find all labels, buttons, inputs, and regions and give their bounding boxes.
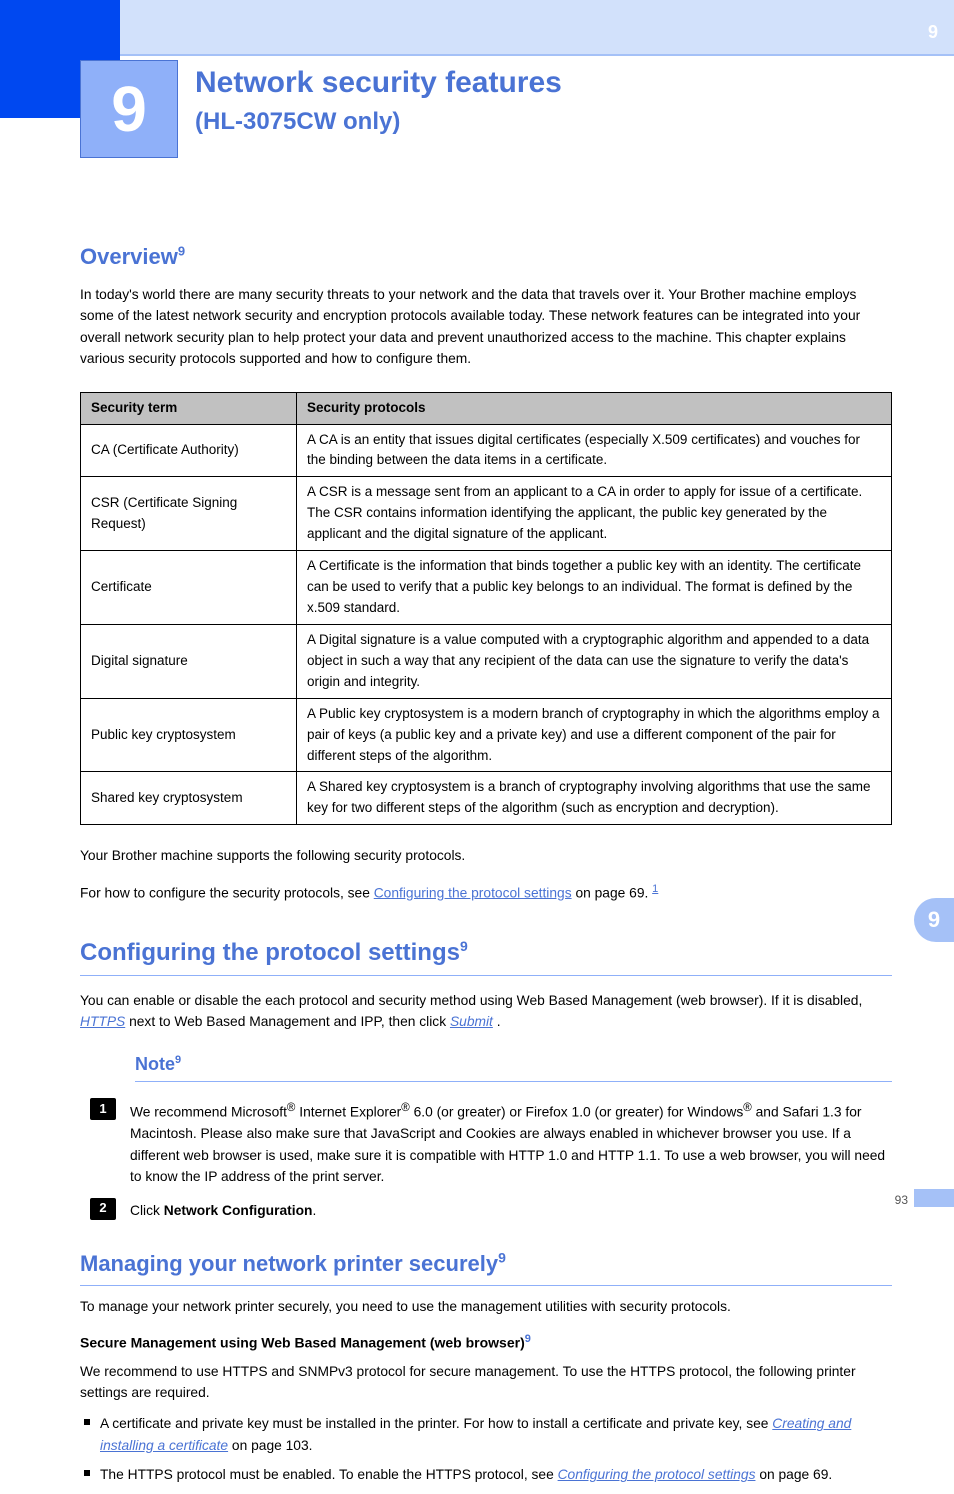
table-term: CSR (Certificate Signing Request) [81, 477, 297, 551]
step-number-icon: 2 [90, 1198, 116, 1220]
table-def: A CSR is a message sent from an applican… [297, 477, 892, 551]
bullet-item: The HTTPS protocol must be enabled. To e… [80, 1464, 892, 1485]
secure-p1: We recommend to use HTTPS and SNMPv3 pro… [80, 1361, 892, 1404]
table-def: A Shared key cryptosystem is a branch of… [297, 772, 892, 825]
table-term: Certificate [81, 551, 297, 625]
protocol-settings-sup: 9 [460, 938, 468, 954]
page-number: 93 [895, 1193, 908, 1207]
protocol-settings-heading: Configuring the protocol settings9 [80, 934, 892, 976]
chapter-title: Network security features [195, 66, 562, 100]
table-header-col1: Security term [81, 392, 297, 424]
secure-sub-heading: Secure Management using Web Based Manage… [80, 1331, 892, 1354]
note-heading-text: Note [135, 1054, 175, 1074]
after-table-p2-after: on page 69. [575, 885, 648, 900]
after-table-block: Your Brother machine supports the follow… [80, 845, 892, 903]
step2-prefix: Click [130, 1203, 164, 1218]
step1-sup: ® [287, 1102, 295, 1114]
para-middle: next to Web Based Management and IPP, th… [129, 1014, 450, 1029]
table-def: A Digital signature is a value computed … [297, 624, 892, 698]
chapter-subtitle: (HL-3075CW only) [195, 108, 562, 136]
b2-link[interactable]: Configuring the protocol settings [558, 1467, 756, 1482]
step1-prefix: We recommend Microsoft [130, 1105, 287, 1120]
secure-management-heading: Managing your network printer securely9 [80, 1247, 892, 1286]
step-item: 2 Click Network Configuration. [80, 1200, 892, 1221]
steps-list: 1 We recommend Microsoft® Internet Explo… [80, 1100, 892, 1220]
secure-sub-sup: 9 [525, 1333, 531, 1345]
secure-management-sup: 9 [498, 1250, 506, 1266]
table-term: Public key cryptosystem [81, 698, 297, 772]
table-def: A Public key cryptosystem is a modern br… [297, 698, 892, 772]
para-em2[interactable]: Submit [450, 1014, 493, 1029]
step1-sup3: ® [743, 1102, 751, 1114]
step1-middle: Internet Explorer [299, 1105, 401, 1120]
b1-prefix: A certificate and private key must be in… [100, 1416, 772, 1431]
after-table-link[interactable]: Configuring the protocol settings [374, 885, 572, 900]
table-term: Shared key cryptosystem [81, 772, 297, 825]
chapter-title-area: Network security features (HL-3075CW onl… [195, 66, 562, 136]
table-header-col2: Security protocols [297, 392, 892, 424]
table-term: Digital signature [81, 624, 297, 698]
table-row: CertificateA Certificate is the informat… [81, 551, 892, 625]
para-em1[interactable]: HTTPS [80, 1014, 125, 1029]
table-row: CA (Certificate Authority)A CA is an ent… [81, 424, 892, 477]
after-table-p1: Your Brother machine supports the follow… [80, 845, 892, 866]
chapter-number-square: 9 [80, 60, 178, 158]
page-header-banner [0, 0, 954, 56]
overview-intro: In today's world there are many security… [80, 284, 892, 370]
table-def: A CA is an entity that issues digital ce… [297, 424, 892, 477]
table-term: CA (Certificate Authority) [81, 424, 297, 477]
bullet-item: A certificate and private key must be in… [80, 1413, 892, 1456]
page-content: Overview9 In today's world there are man… [80, 240, 892, 1494]
secure-management-body: To manage your network printer securely,… [80, 1296, 892, 1486]
table-row: Digital signatureA Digital signature is … [81, 624, 892, 698]
secure-intro: To manage your network printer securely,… [80, 1296, 892, 1317]
secure-bullets: A certificate and private key must be in… [80, 1413, 892, 1485]
overview-sup: 9 [178, 244, 185, 259]
step-item: 1 We recommend Microsoft® Internet Explo… [80, 1100, 892, 1187]
step1-sup2: ® [401, 1102, 409, 1114]
page-number-box [914, 1189, 954, 1207]
para-prefix: You can enable or disable the each proto… [80, 993, 862, 1008]
note-sup: 9 [175, 1054, 181, 1066]
table-def: A Certificate is the information that bi… [297, 551, 892, 625]
secure-sub-heading-text: Secure Management using Web Based Manage… [80, 1335, 525, 1351]
step2-bold: Network Configuration [164, 1203, 313, 1218]
after-table-sup[interactable]: 1 [652, 883, 658, 895]
overview-heading: Overview9 [80, 240, 892, 274]
step1-after: 6.0 (or greater) or Firefox 1.0 (or grea… [414, 1105, 744, 1120]
after-table-p2-prefix: For how to configure the security protoc… [80, 885, 374, 900]
table-row: CSR (Certificate Signing Request)A CSR i… [81, 477, 892, 551]
protocol-settings-heading-text: Configuring the protocol settings [80, 939, 460, 966]
header-chapter-number: 9 [928, 22, 938, 43]
step2-after: . [312, 1203, 316, 1218]
para-end: . [497, 1014, 501, 1029]
side-tab: 9 [914, 898, 954, 942]
note-heading: Note9 [135, 1051, 892, 1083]
overview-heading-text: Overview [80, 244, 178, 269]
secure-management-heading-text: Managing your network printer securely [80, 1251, 498, 1276]
b2-after: on page 69. [759, 1467, 832, 1482]
table-row: Public key cryptosystemA Public key cryp… [81, 698, 892, 772]
step-number-icon: 1 [90, 1098, 116, 1120]
security-terms-table: Security term Security protocols CA (Cer… [80, 392, 892, 826]
b1-after: on page 103. [232, 1438, 313, 1453]
protocol-settings-para: You can enable or disable the each proto… [80, 990, 892, 1033]
table-row: Shared key cryptosystemA Shared key cryp… [81, 772, 892, 825]
after-table-p2: For how to configure the security protoc… [80, 881, 892, 904]
b2-prefix: The HTTPS protocol must be enabled. To e… [100, 1467, 558, 1482]
